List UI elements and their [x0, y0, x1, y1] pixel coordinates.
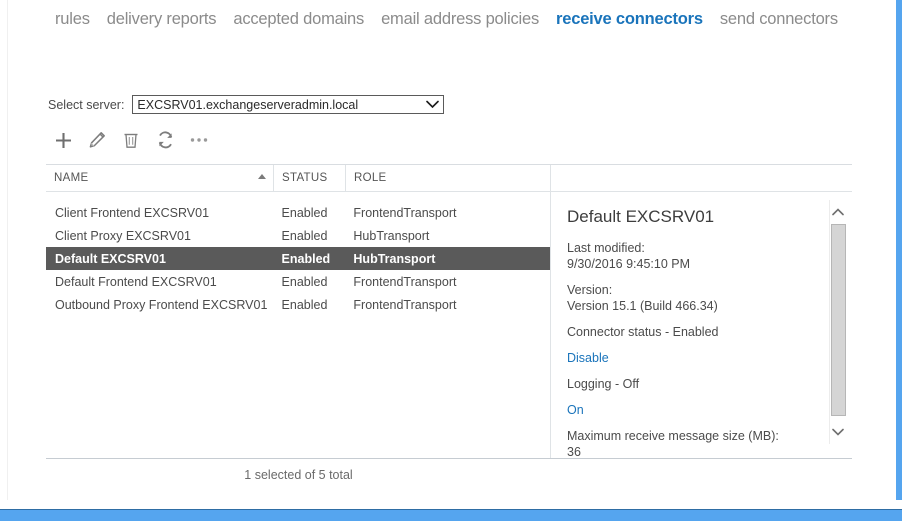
edit-button[interactable]	[86, 129, 108, 151]
receive-connectors-page: rules delivery reports accepted domains …	[0, 0, 902, 521]
server-selector-row: Select server: EXCSRV01.exchangeserverad…	[48, 95, 445, 114]
row-name: Client Frontend EXCSRV01	[55, 205, 210, 220]
row-role: FrontendTransport	[353, 297, 457, 312]
table-row[interactable]: Outbound Proxy Frontend EXCSRV01 Enabled…	[46, 293, 550, 316]
detail-max-message-size: Maximum receive message size (MB): 36	[567, 428, 807, 460]
table-row[interactable]: Client Proxy EXCSRV01 Enabled HubTranspo…	[46, 224, 550, 247]
bottom-accent-bar	[0, 509, 902, 521]
tab-receive-connectors[interactable]: receive connectors	[556, 9, 703, 29]
tab-accepted-domains[interactable]: accepted domains	[233, 9, 364, 29]
server-select-value: EXCSRV01.exchangeserveradmin.local	[137, 97, 359, 112]
detail-max-message-size-label: Maximum receive message size (MB):	[567, 429, 779, 443]
more-button[interactable]	[188, 129, 210, 151]
row-name: Default Frontend EXCSRV01	[55, 274, 217, 289]
table-row[interactable]: Default Frontend EXCSRV01 Enabled Fronte…	[46, 270, 550, 293]
row-status: Enabled	[281, 274, 328, 289]
column-header-name-label: NAME	[54, 172, 89, 184]
scrollbar-thumb[interactable]	[831, 224, 846, 416]
row-name: Default EXCSRV01	[55, 251, 166, 266]
column-header-status[interactable]: STATUS	[274, 165, 346, 191]
detail-version: Version: Version 15.1 (Build 466.34)	[567, 282, 807, 314]
row-name: Outbound Proxy Frontend EXCSRV01	[55, 297, 268, 312]
detail-last-modified-label: Last modified:	[567, 241, 645, 255]
column-header-name[interactable]: NAME	[46, 165, 274, 191]
connector-details-panel: Default EXCSRV01 Last modified: 9/30/201…	[551, 192, 851, 460]
connectors-table: NAME STATUS ROLE Client Frontend EXCSRV0…	[46, 164, 852, 459]
row-role: FrontendTransport	[353, 274, 457, 289]
detail-title: Default EXCSRV01	[567, 207, 715, 226]
delete-button[interactable]	[120, 129, 142, 151]
detail-version-value: Version 15.1 (Build 466.34)	[567, 299, 718, 313]
column-header-status-label: STATUS	[282, 172, 328, 184]
list-toolbar	[52, 129, 210, 151]
column-header-role[interactable]: ROLE	[346, 165, 551, 191]
detail-max-message-size-value: 36	[567, 445, 581, 459]
table-header-row: NAME STATUS ROLE	[46, 165, 852, 192]
navigation-tabs: rules delivery reports accepted domains …	[55, 9, 875, 35]
detail-connector-status: Connector status - Enabled	[567, 325, 719, 339]
row-status: Enabled	[281, 251, 331, 266]
detail-logging-status: Logging - Off	[567, 377, 640, 391]
row-status: Enabled	[281, 297, 328, 312]
tab-delivery-reports[interactable]: delivery reports	[107, 9, 217, 29]
right-accent-bar	[896, 0, 902, 500]
detail-version-label: Version:	[567, 283, 613, 297]
row-name: Client Proxy EXCSRV01	[55, 228, 191, 243]
refresh-button[interactable]	[154, 129, 176, 151]
tab-email-address-policies[interactable]: email address policies	[381, 9, 539, 29]
left-rail-divider	[7, 0, 8, 500]
logging-on-link[interactable]: On	[567, 402, 851, 418]
row-status: Enabled	[281, 205, 328, 220]
chevron-down-icon[interactable]	[830, 424, 846, 440]
server-select-dropdown[interactable]: EXCSRV01.exchangeserveradmin.local	[132, 95, 445, 114]
column-header-spacer	[551, 165, 852, 191]
tab-send-connectors[interactable]: send connectors	[720, 9, 838, 29]
table-row-selected[interactable]: Default EXCSRV01 Enabled HubTransport	[46, 247, 550, 270]
row-role: HubTransport	[353, 228, 430, 243]
row-status: Enabled	[281, 228, 328, 243]
tab-rules[interactable]: rules	[55, 9, 90, 29]
selection-count-label: 1 selected of 5 total	[244, 468, 353, 482]
disable-connector-link[interactable]: Disable	[567, 350, 851, 366]
table-row[interactable]: Client Frontend EXCSRV01 Enabled Fronten…	[46, 201, 550, 224]
sort-ascending-icon	[258, 174, 266, 179]
detail-scrollbar[interactable]	[829, 200, 846, 444]
add-button[interactable]	[52, 129, 74, 151]
row-role: HubTransport	[353, 251, 436, 266]
detail-last-modified: Last modified: 9/30/2016 9:45:10 PM	[567, 240, 807, 272]
column-header-role-label: ROLE	[354, 172, 387, 184]
rows-and-detail-split: Client Frontend EXCSRV01 Enabled Fronten…	[46, 192, 852, 460]
detail-last-modified-value: 9/30/2016 9:45:10 PM	[567, 257, 691, 271]
select-server-label: Select server:	[48, 97, 125, 112]
row-role: FrontendTransport	[353, 205, 457, 220]
chevron-up-icon[interactable]	[830, 204, 846, 220]
chevron-down-icon	[421, 100, 443, 109]
connector-rows: Client Frontend EXCSRV01 Enabled Fronten…	[46, 192, 551, 458]
